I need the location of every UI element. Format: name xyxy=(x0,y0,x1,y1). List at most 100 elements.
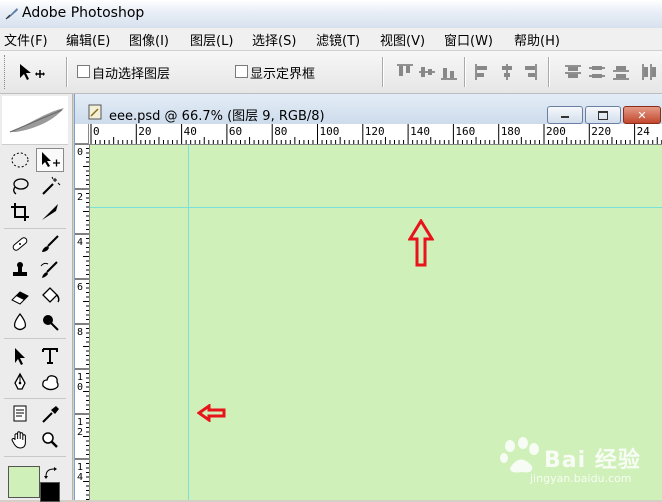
menu-help[interactable]: 帮助(H) xyxy=(514,30,560,49)
align-vcenter-icon[interactable] xyxy=(418,63,436,81)
ruler-label: 24 xyxy=(637,125,651,138)
stamp-icon xyxy=(13,262,27,276)
ruler-label: 60 xyxy=(229,125,242,138)
pen-tool[interactable] xyxy=(6,370,34,394)
custom-shape-icon xyxy=(42,375,59,391)
clone-stamp-tool[interactable] xyxy=(6,258,34,282)
ruler-label: 2 xyxy=(77,192,83,203)
move-tool-preset-icon[interactable] xyxy=(16,60,48,84)
paw-logo-icon xyxy=(500,437,539,473)
path-selection-tool[interactable] xyxy=(6,344,34,368)
menu-layer[interactable]: 图层(L) xyxy=(190,30,233,49)
type-tool[interactable] xyxy=(36,344,64,368)
eyedropper-tool[interactable] xyxy=(36,402,64,426)
ruler-label: 0 xyxy=(93,125,100,138)
swap-colors-icon[interactable] xyxy=(44,466,58,480)
ruler-label: 0 xyxy=(77,147,83,158)
blur-tool[interactable] xyxy=(6,310,34,334)
horizontal-ruler[interactable]: 0 20 40 60 80 100 120 140 160 180 200 220 24 xyxy=(89,124,662,145)
baidu-watermark: Bai 经验 jingyan.baidu.com xyxy=(496,436,656,492)
menu-select[interactable]: 选择(S) xyxy=(252,30,296,49)
menu-file[interactable]: 文件(F) xyxy=(4,30,48,49)
options-grip[interactable] xyxy=(4,55,8,89)
brush-icon xyxy=(42,235,59,252)
vertical-ruler[interactable]: 02468101214 xyxy=(75,144,90,500)
background-color-swatch[interactable] xyxy=(40,482,60,502)
burn-icon xyxy=(43,315,59,331)
lasso-icon xyxy=(13,178,29,195)
ruler-label: 180 xyxy=(501,125,521,138)
align-top-icon[interactable] xyxy=(396,63,414,81)
app-title: Adobe Photoshop xyxy=(22,5,145,21)
minimize-button[interactable] xyxy=(547,106,583,124)
show-bounds-checkbox[interactable] xyxy=(235,65,248,78)
healing-brush-tool[interactable] xyxy=(6,232,34,256)
notes-tool[interactable] xyxy=(6,402,34,426)
hand-tool[interactable] xyxy=(6,428,34,452)
elliptical-marquee-tool[interactable] xyxy=(6,148,34,172)
pen-nib-icon xyxy=(14,372,26,390)
paint-bucket-icon xyxy=(42,287,60,303)
menu-view[interactable]: 视图(V) xyxy=(380,30,425,49)
document-title-bar[interactable]: eee.psd @ 66.7% (图层 9, RGB/8) ✕ xyxy=(75,94,662,124)
path-select-arrow-icon xyxy=(15,348,25,365)
eraser-tool[interactable] xyxy=(6,284,34,308)
lasso-tool[interactable] xyxy=(6,174,34,198)
magic-wand-icon xyxy=(42,176,61,195)
slice-tool[interactable] xyxy=(36,200,64,224)
menu-edit[interactable]: 编辑(E) xyxy=(66,30,110,49)
crop-icon xyxy=(11,203,29,221)
psd-document-icon xyxy=(88,104,102,120)
watermark-text: Bai 经验 xyxy=(544,448,641,473)
custom-shape-tool[interactable] xyxy=(36,370,64,394)
brush-tool[interactable] xyxy=(36,232,64,256)
paint-bucket-tool[interactable] xyxy=(36,284,64,308)
ruler-label: 80 xyxy=(274,125,287,138)
move-arrow-icon xyxy=(42,152,60,167)
crop-tool[interactable] xyxy=(6,200,34,224)
horizontal-guide[interactable] xyxy=(90,207,662,208)
toolbox-separator xyxy=(4,228,66,229)
burn-tool[interactable] xyxy=(36,310,64,334)
close-button[interactable]: ✕ xyxy=(623,106,661,124)
ruler-label: 160 xyxy=(455,125,475,138)
menu-filter[interactable]: 滤镜(T) xyxy=(316,30,360,49)
ruler-origin[interactable] xyxy=(75,124,89,144)
menu-image[interactable]: 图像(I) xyxy=(129,30,169,49)
zoom-magnifier-icon xyxy=(42,432,58,448)
distribute-left-icon[interactable] xyxy=(640,63,658,81)
foreground-color-swatch[interactable] xyxy=(8,466,40,498)
toolbox-separator xyxy=(4,398,66,399)
photoshop-feather-icon xyxy=(5,8,18,20)
options-bar: 自动选择图层 显示定界框 xyxy=(0,51,662,94)
zoom-tool[interactable] xyxy=(36,428,64,452)
toolbox-separator xyxy=(4,338,66,339)
ruler-label: 0 xyxy=(77,382,83,393)
eraser-icon xyxy=(11,291,29,305)
ruler-label: 220 xyxy=(591,125,611,138)
history-brush-tool[interactable] xyxy=(36,258,64,282)
ruler-label: 120 xyxy=(365,125,385,138)
distribute-top-icon[interactable] xyxy=(564,63,582,81)
align-right-icon[interactable] xyxy=(520,63,538,81)
auto-select-label: 自动选择图层 xyxy=(92,67,171,82)
distribute-bottom-icon[interactable] xyxy=(612,63,630,81)
toolbox-panel xyxy=(0,94,73,502)
align-left-icon[interactable] xyxy=(474,63,492,81)
close-icon: ✕ xyxy=(637,108,647,122)
distribute-vcenter-icon[interactable] xyxy=(588,63,606,81)
vertical-ruler-ticks: 02468101214 xyxy=(75,144,89,500)
menu-window[interactable]: 窗口(W) xyxy=(444,30,493,49)
move-tool[interactable] xyxy=(36,148,64,172)
ruler-label: 140 xyxy=(410,125,430,138)
bandage-icon xyxy=(12,237,28,251)
align-bottom-icon[interactable] xyxy=(440,63,458,81)
magic-wand-tool[interactable] xyxy=(36,174,64,198)
align-hcenter-icon[interactable] xyxy=(498,63,516,81)
maximize-button[interactable] xyxy=(585,106,621,124)
vertical-guide[interactable] xyxy=(188,145,189,500)
auto-select-checkbox[interactable] xyxy=(77,65,90,78)
ellipse-marquee-icon xyxy=(11,152,29,168)
toolbox-header[interactable] xyxy=(2,96,68,145)
ruler-label: 4 xyxy=(77,237,83,248)
